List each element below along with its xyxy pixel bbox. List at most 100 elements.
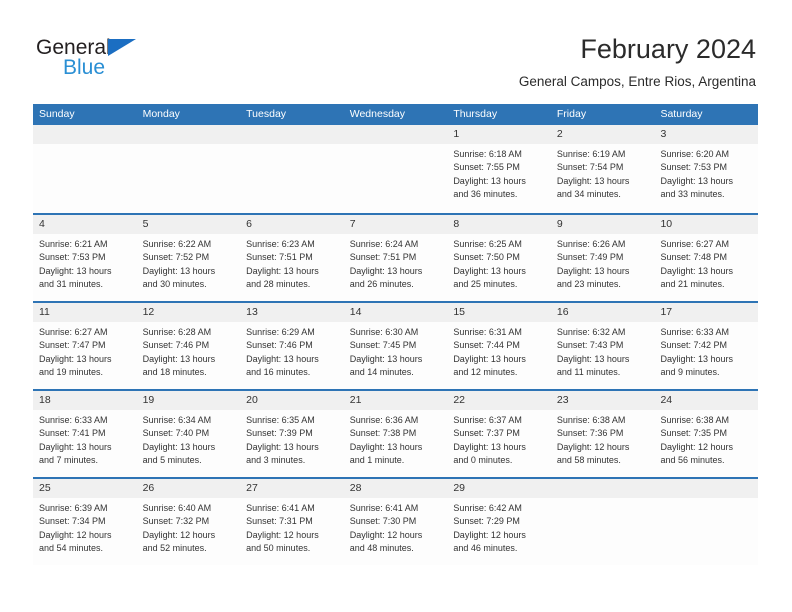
day-number-band — [343, 125, 448, 144]
weekday-header-thursday: Thursday — [453, 108, 498, 120]
sunset-text: Sunset: 7:29 PM — [453, 516, 520, 527]
sunset-text: Sunset: 7:53 PM — [39, 252, 106, 263]
day-number: 16 — [556, 306, 569, 318]
sunset-text: Sunset: 7:54 PM — [556, 162, 624, 173]
calendar-day-cell[interactable]: 29 Sunrise: 6:42 AM Sunset: 7:29 PM Dayligh… — [447, 479, 551, 565]
calendar-day-cell[interactable]: 18 Sunrise: 6:33 AM Sunset: 7:41 PM Dayligh… — [33, 391, 137, 477]
daylight-text: Daylight: 12 hours — [142, 529, 216, 540]
daylight-text: Daylight: 13 hours — [39, 441, 112, 452]
daylight-text: and 7 minutes. — [39, 455, 99, 466]
sunrise-text: Sunrise: 6:22 AM — [142, 239, 212, 249]
sunrise-text: Sunrise: 6:33 AM — [660, 327, 730, 337]
calendar-day-cell[interactable]: 28 Sunrise: 6:41 AM Sunset: 7:30 PM Dayligh… — [343, 479, 448, 565]
day-number-band: 19 — [136, 391, 241, 410]
calendar-day-cell[interactable]: 5 Sunrise: 6:22 AM Sunset: 7:52 PM Daylight… — [136, 215, 241, 301]
day-number: 13 — [246, 306, 258, 318]
calendar-day-cell[interactable]: 2 Sunrise: 6:19 AM Sunset: 7:54 PM Daylight… — [550, 125, 655, 213]
daylight-text: Daylight: 12 hours — [453, 529, 526, 540]
daylight-text: Daylight: 13 hours — [453, 175, 526, 186]
daylight-text: and 1 minute. — [349, 455, 405, 466]
calendar-day-cell[interactable]: 19 Sunrise: 6:34 AM Sunset: 7:40 PM Dayligh… — [136, 391, 241, 477]
sunrise-text: Sunrise: 6:41 AM — [349, 503, 419, 513]
day-number: 17 — [660, 306, 673, 318]
calendar-day-cell[interactable]: 20 Sunrise: 6:35 AM Sunset: 7:39 PM Dayligh… — [240, 391, 344, 477]
weekday-header-tuesday: Tuesday — [246, 108, 287, 120]
calendar-day-cell[interactable]: 22 Sunrise: 6:37 AM Sunset: 7:37 PM Dayligh… — [447, 391, 551, 477]
day-number-band — [136, 125, 241, 144]
sunrise-text: Sunrise: 6:29 AM — [246, 327, 315, 337]
daylight-text: Daylight: 13 hours — [660, 265, 734, 276]
daylight-text: Daylight: 13 hours — [142, 265, 216, 276]
sunset-text: Sunset: 7:43 PM — [556, 340, 624, 351]
calendar-day-cell[interactable]: 26 Sunrise: 6:40 AM Sunset: 7:32 PM Dayligh… — [136, 479, 241, 565]
calendar-day-cell[interactable]: 9 Sunrise: 6:26 AM Sunset: 7:49 PM Daylight… — [550, 215, 655, 301]
day-number-band: 4 — [33, 215, 137, 234]
sunset-text: Sunset: 7:34 PM — [39, 516, 106, 527]
daylight-text: Daylight: 12 hours — [660, 441, 734, 452]
day-number-band: 15 — [447, 303, 551, 322]
day-number: 8 — [453, 218, 460, 230]
logo-text-blue: Blue — [63, 56, 106, 79]
daylight-text: Daylight: 13 hours — [660, 353, 734, 364]
day-number: 19 — [142, 394, 155, 406]
calendar-week-row: 1 Sunrise: 6:18 AM Sunset: 7:55 PM Daylight… — [33, 125, 759, 213]
daylight-text: Daylight: 13 hours — [660, 175, 734, 186]
calendar-day-cell[interactable]: 1 Sunrise: 6:18 AM Sunset: 7:55 PM Daylight… — [447, 125, 551, 213]
calendar-day-cell[interactable]: 13 Sunrise: 6:29 AM Sunset: 7:46 PM Dayligh… — [240, 303, 344, 389]
daylight-text: and 0 minutes. — [453, 455, 513, 466]
daylight-text: Daylight: 13 hours — [142, 353, 216, 364]
calendar-day-cell[interactable]: 25 Sunrise: 6:39 AM Sunset: 7:34 PM Dayligh… — [33, 479, 137, 565]
day-number-band: 24 — [654, 391, 759, 410]
day-sun-info: Sunrise: 6:24 AM Sunset: 7:51 PM Daylight:… — [344, 234, 448, 292]
day-number: 12 — [142, 306, 155, 318]
calendar-day-cell[interactable]: 8 Sunrise: 6:25 AM Sunset: 7:50 PM Daylight… — [447, 215, 551, 301]
calendar-day-cell[interactable]: 4 Sunrise: 6:21 AM Sunset: 7:53 PM Daylight… — [33, 215, 137, 301]
calendar-day-cell[interactable]: 11 Sunrise: 6:27 AM Sunset: 7:47 PM Dayligh… — [33, 303, 137, 389]
calendar-day-cell[interactable]: 24 Sunrise: 6:38 AM Sunset: 7:35 PM Dayligh… — [654, 391, 759, 477]
sunset-text: Sunset: 7:37 PM — [453, 428, 520, 439]
day-number-band: 5 — [136, 215, 241, 234]
sunrise-text: Sunrise: 6:32 AM — [556, 327, 626, 337]
calendar-day-cell[interactable]: 10 Sunrise: 6:27 AM Sunset: 7:48 PM Dayligh… — [654, 215, 759, 301]
sunrise-text: Sunrise: 6:39 AM — [39, 503, 108, 513]
daylight-text: Daylight: 13 hours — [453, 265, 526, 276]
calendar-day-cell[interactable]: 7 Sunrise: 6:24 AM Sunset: 7:51 PM Daylight… — [343, 215, 448, 301]
daylight-text: Daylight: 13 hours — [556, 175, 630, 186]
day-sun-info: Sunrise: 6:36 AM Sunset: 7:38 PM Daylight:… — [344, 410, 448, 468]
day-number-band: 2 — [550, 125, 655, 144]
sunrise-text: Sunrise: 6:41 AM — [246, 503, 315, 513]
day-number-band: 27 — [240, 479, 344, 498]
day-number-band: 3 — [654, 125, 759, 144]
day-number: 18 — [39, 394, 51, 406]
calendar-day-cell[interactable]: 15 Sunrise: 6:31 AM Sunset: 7:44 PM Dayligh… — [447, 303, 551, 389]
day-sun-info: Sunrise: 6:41 AM Sunset: 7:31 PM Daylight:… — [240, 498, 344, 556]
calendar-day-cell[interactable]: 23 Sunrise: 6:38 AM Sunset: 7:36 PM Dayligh… — [550, 391, 655, 477]
day-sun-info: Sunrise: 6:23 AM Sunset: 7:51 PM Daylight:… — [240, 234, 344, 292]
day-number: 14 — [349, 306, 362, 318]
daylight-text: and 9 minutes. — [660, 367, 720, 378]
day-number-band: 20 — [240, 391, 344, 410]
calendar-day-cell[interactable]: 21 Sunrise: 6:36 AM Sunset: 7:38 PM Dayligh… — [343, 391, 448, 477]
calendar-day-cell[interactable]: 17 Sunrise: 6:33 AM Sunset: 7:42 PM Dayligh… — [654, 303, 759, 389]
day-number: 27 — [246, 482, 258, 494]
sunset-text: Sunset: 7:49 PM — [556, 252, 624, 263]
calendar-day-cell[interactable]: 3 Sunrise: 6:20 AM Sunset: 7:53 PM Daylight… — [654, 125, 759, 213]
day-number-band: 11 — [33, 303, 137, 322]
calendar-day-cell[interactable]: 16 Sunrise: 6:32 AM Sunset: 7:43 PM Dayligh… — [550, 303, 655, 389]
day-number-band: 12 — [136, 303, 241, 322]
daylight-text: and 21 minutes. — [660, 279, 725, 290]
day-number: 26 — [142, 482, 155, 494]
calendar-day-cell[interactable]: 12 Sunrise: 6:28 AM Sunset: 7:46 PM Dayligh… — [136, 303, 241, 389]
sunset-text: Sunset: 7:39 PM — [246, 428, 313, 439]
day-number-band: 8 — [447, 215, 551, 234]
sunset-text: Sunset: 7:51 PM — [246, 252, 313, 263]
day-number: 28 — [349, 482, 362, 494]
calendar-day-cell[interactable]: 14 Sunrise: 6:30 AM Sunset: 7:45 PM Dayligh… — [343, 303, 448, 389]
daylight-text: and 31 minutes. — [39, 279, 104, 290]
calendar-day-cell[interactable]: 27 Sunrise: 6:41 AM Sunset: 7:31 PM Dayligh… — [240, 479, 344, 565]
sunrise-text: Sunrise: 6:20 AM — [660, 149, 730, 159]
sunset-text: Sunset: 7:50 PM — [453, 252, 520, 263]
day-sun-info: Sunrise: 6:35 AM Sunset: 7:39 PM Daylight:… — [240, 410, 344, 468]
daylight-text: Daylight: 12 hours — [246, 529, 319, 540]
calendar-day-cell[interactable]: 6 Sunrise: 6:23 AM Sunset: 7:51 PM Daylight… — [240, 215, 344, 301]
